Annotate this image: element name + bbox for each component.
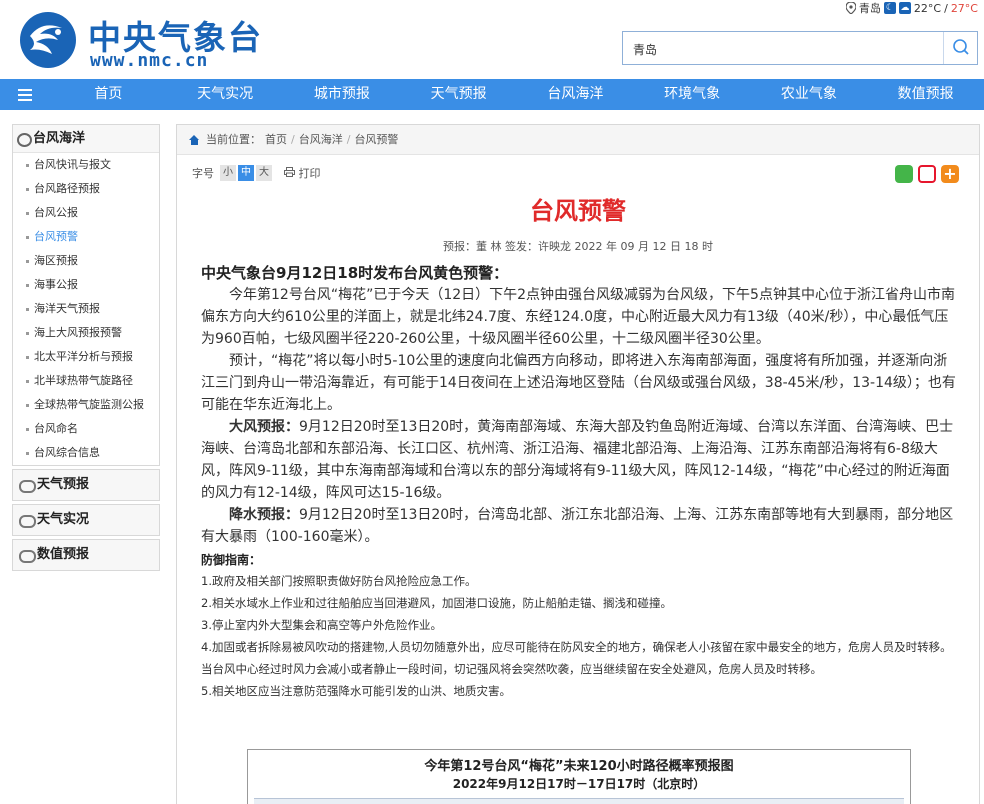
defense-guide-item: 5.相关地区应当注意防范强降水可能引发的山洪、地质灾害。: [201, 684, 511, 698]
defense-guide-title: 防御指南：: [201, 553, 262, 567]
sidebar-item[interactable]: 台风命名: [13, 417, 159, 441]
temp-high: 27°C: [950, 1, 978, 15]
sidebar-item[interactable]: 北半球热带气旋路径: [13, 369, 159, 393]
nav-item-observation[interactable]: 天气实况: [167, 79, 284, 110]
search-button[interactable]: [943, 32, 977, 64]
site-header: 中央气象台 www.nmc.cn 青岛 ☾ ☁ 22°C/27°C 青岛: [0, 0, 984, 79]
breadcrumb: 当前位置： 首页 / 台风海洋 / 台风预警: [177, 125, 979, 155]
more-share-icon[interactable]: +: [941, 165, 959, 183]
search-input[interactable]: 青岛: [633, 41, 657, 58]
sidebar: 台风海洋 台风快讯与报文 台风路径预报 台风公报 台风预警 海区预报 海事公报 …: [12, 124, 160, 571]
wind-forecast-paragraph: 大风预报：9月12日20时至13日20时，黄海南部海域、东海大部及钓鱼岛附近海域…: [201, 416, 957, 504]
wechat-share-icon[interactable]: [895, 165, 913, 183]
cloudy-night-icon: ☁: [898, 2, 911, 14]
share-buttons: +: [895, 165, 959, 183]
search-icon: [953, 39, 969, 55]
nav-item-environment[interactable]: 环境气象: [634, 79, 751, 110]
temp-low: 22°C: [913, 1, 942, 15]
figure-subtitle: 2022年9月12日17时－17日17时（北京时）: [452, 777, 706, 791]
defense-guide-item: 4.加固或者拆除易被风吹动的搭建物,人员切勿随意外出，应尽可能待在防风安全的地方…: [201, 640, 952, 676]
logo-icon[interactable]: [18, 10, 78, 70]
sidebar-section-title[interactable]: 台风海洋: [13, 125, 159, 153]
font-small-button[interactable]: 小: [220, 165, 236, 181]
article-title: 台风预警: [530, 197, 626, 225]
temp-separator: /: [944, 1, 948, 15]
wind-forecast-text: 9月12日20时至13日20时，黄海南部海域、东海大部及钓鱼岛附近海域、台湾以东…: [201, 419, 954, 501]
rain-forecast-label: 降水预报：: [229, 507, 299, 523]
font-medium-button[interactable]: 中: [238, 165, 254, 181]
sidebar-group-weather-forecast[interactable]: 天气预报: [12, 469, 160, 501]
print-label: 打印: [298, 167, 321, 180]
sidebar-item[interactable]: 台风快讯与报文: [13, 153, 159, 177]
sidebar-item[interactable]: 海洋天气预报: [13, 297, 159, 321]
rain-forecast-text: 9月12日20时至13日20时，台湾岛北部、浙江东北部沿海、上海、江苏东南部等地…: [201, 507, 954, 545]
sidebar-item[interactable]: 台风综合信息: [13, 441, 159, 465]
article-body: 中央气象台9月12日18时发布台风黄色预警： 今年第12号台风“梅花”已于今天（…: [177, 262, 979, 702]
sidebar-item[interactable]: 台风公报: [13, 201, 159, 225]
print-button[interactable]: 打印: [284, 165, 321, 181]
sidebar-item[interactable]: 海事公报: [13, 273, 159, 297]
article-headline: 中央气象台9月12日18时发布台风黄色预警：: [201, 264, 509, 282]
content-panel: 当前位置： 首页 / 台风海洋 / 台风预警 字号 小 中 大 打印 + 台风预…: [176, 124, 980, 804]
sidebar-section-typhoon: 台风海洋 台风快讯与报文 台风路径预报 台风公报 台风预警 海区预报 海事公报 …: [12, 124, 160, 466]
defense-guide-item: 3.停止室内外大型集会和高空等户外危险作业。: [201, 618, 442, 632]
nav-item-home[interactable]: 首页: [50, 79, 167, 110]
sidebar-item[interactable]: 海上大风预报预警: [13, 321, 159, 345]
font-large-button[interactable]: 大: [256, 165, 272, 181]
article-paragraph: 今年第12号台风“梅花”已于今天（12日）下午2点钟由强台风级减弱为台风级，下午…: [201, 287, 955, 347]
font-size-control: 字号 小 中 大 打印: [192, 165, 321, 181]
defense-guide-item: 1.政府及相关部门按照职责做好防台风抢险应急工作。: [201, 574, 477, 588]
nav-item-city-forecast[interactable]: 城市预报: [284, 79, 401, 110]
sidebar-group-weather-observation[interactable]: 天气实况: [12, 504, 160, 536]
site-url: www.nmc.cn: [90, 50, 209, 71]
sidebar-group-numerical[interactable]: 数值预报: [12, 539, 160, 571]
home-icon: [189, 134, 200, 145]
sidebar-item[interactable]: 北太平洋分析与预报: [13, 345, 159, 369]
rain-forecast-paragraph: 降水预报：9月12日20时至13日20时，台湾岛北部、浙江东北部沿海、上海、江苏…: [201, 504, 957, 548]
nav-item-typhoon-ocean[interactable]: 台风海洋: [517, 79, 634, 110]
sidebar-item[interactable]: 海区预报: [13, 249, 159, 273]
article-paragraph: 预计，“梅花”将以每小时5-10公里的速度向北偏西方向移动，即将进入东海南部海面…: [201, 353, 956, 413]
track-forecast-figure[interactable]: 今年第12号台风“梅花”未来120小时路径概率预报图 2022年9月12日17时…: [247, 749, 911, 804]
location-name[interactable]: 青岛: [859, 0, 881, 16]
nav-item-agriculture[interactable]: 农业气象: [751, 79, 868, 110]
wind-forecast-label: 大风预报：: [229, 419, 299, 435]
breadcrumb-item[interactable]: 首页: [265, 125, 287, 155]
sidebar-item[interactable]: 全球热带气旋监测公报: [13, 393, 159, 417]
breadcrumb-item-current[interactable]: 台风预警: [354, 125, 398, 155]
search-box[interactable]: 青岛: [622, 31, 978, 65]
main-nav: 首页 天气实况 城市预报 天气预报 台风海洋 环境气象 农业气象 数值预报: [0, 79, 984, 110]
breadcrumb-label: 当前位置：: [206, 132, 261, 146]
font-size-label: 字号: [192, 167, 214, 180]
sidebar-list: 台风快讯与报文 台风路径预报 台风公报 台风预警 海区预报 海事公报 海洋天气预…: [13, 153, 159, 465]
nav-item-weather-forecast[interactable]: 天气预报: [400, 79, 517, 110]
breadcrumb-item[interactable]: 台风海洋: [299, 125, 343, 155]
figure-title: 今年第12号台风“梅花”未来120小时路径概率预报图: [424, 759, 734, 774]
sidebar-item[interactable]: 台风路径预报: [13, 177, 159, 201]
breadcrumb-separator: /: [346, 132, 351, 146]
article-toolbar: 字号 小 中 大 打印 +: [177, 155, 979, 191]
breadcrumb-separator: /: [291, 132, 295, 146]
location-pin-icon: [845, 2, 856, 14]
nav-item-numerical[interactable]: 数值预报: [867, 79, 984, 110]
moon-icon: ☾: [883, 2, 896, 14]
weather-info: 青岛 ☾ ☁ 22°C/27°C: [845, 0, 978, 16]
printer-icon: [284, 167, 295, 177]
article-meta: 预报：董 林 签发：许映龙 2022 年 09 月 12 日 18 时: [443, 240, 713, 253]
sidebar-item-active[interactable]: 台风预警: [13, 225, 159, 249]
defense-guide-item: 2.相关水域水上作业和过往船舶应当回港避风，加固港口设施，防止船舶走锚、搁浅和碰…: [201, 596, 672, 610]
menu-icon[interactable]: [0, 79, 50, 110]
weibo-share-icon[interactable]: [918, 165, 936, 183]
figure-map-image: [254, 798, 904, 804]
